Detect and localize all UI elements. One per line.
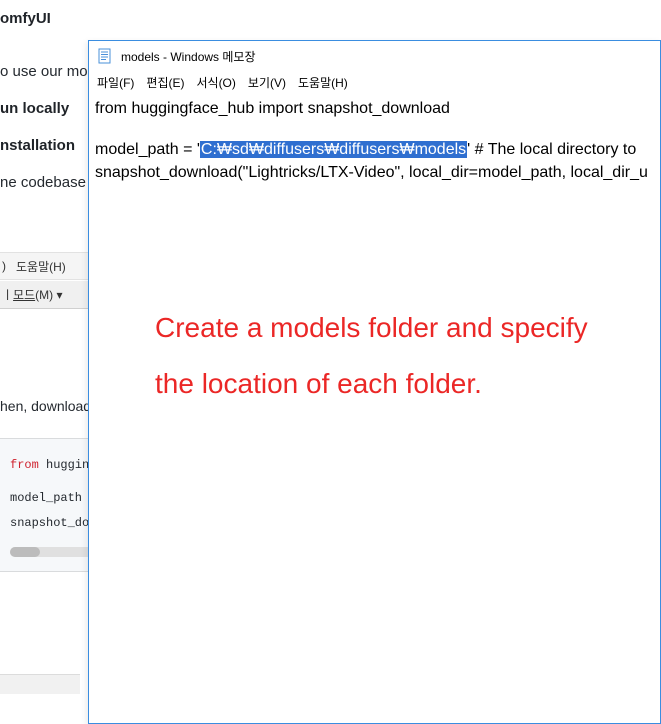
bg-inner-menubar: ) 도움말(H) bbox=[0, 252, 90, 280]
bg-inner-mode-button[interactable]: 모드(M) ▾ bbox=[13, 286, 62, 303]
code-line-1: from huggingface_hub import snapshot_dow… bbox=[95, 97, 654, 120]
bg-statusbar bbox=[0, 674, 80, 694]
bg-inner-mode-prefix: ㅣ bbox=[2, 286, 13, 303]
selected-path: C:₩sd₩diffusers₩diffusers₩models bbox=[200, 141, 467, 158]
notepad-icon bbox=[97, 48, 113, 64]
bg-inner-toolbar: ㅣ 모드(M) ▾ bbox=[0, 281, 90, 309]
bg-inner-divider: ) bbox=[2, 259, 6, 273]
scrollbar-thumb[interactable] bbox=[10, 547, 40, 557]
code-line-3: snapshot_download("Lightricks/LTX-Video"… bbox=[95, 161, 654, 184]
bg-heading-comfyui: omfyUI bbox=[0, 10, 120, 27]
notepad-titlebar[interactable]: models - Windows 메모장 bbox=[89, 41, 660, 71]
code-line-2: model_path = 'C:₩sd₩diffusers₩diffusers₩… bbox=[95, 138, 654, 161]
menu-help[interactable]: 도움말(H) bbox=[298, 74, 348, 91]
notepad-window: models - Windows 메모장 파일(F) 편집(E) 서식(O) 보… bbox=[88, 40, 661, 724]
bg-inner-help-menu[interactable]: 도움말(H) bbox=[16, 258, 66, 275]
menu-edit[interactable]: 편집(E) bbox=[146, 74, 184, 91]
bg-text-then-download: hen, download bbox=[0, 398, 91, 414]
notepad-text-area[interactable]: from huggingface_hub import snapshot_dow… bbox=[89, 93, 660, 723]
notepad-title: models - Windows 메모장 bbox=[121, 48, 255, 65]
menu-file[interactable]: 파일(F) bbox=[97, 74, 134, 91]
notepad-menubar: 파일(F) 편집(E) 서식(O) 보기(V) 도움말(H) bbox=[89, 71, 660, 93]
chevron-down-icon: ▾ bbox=[53, 288, 62, 302]
menu-format[interactable]: 서식(O) bbox=[196, 74, 235, 91]
menu-view[interactable]: 보기(V) bbox=[248, 74, 286, 91]
